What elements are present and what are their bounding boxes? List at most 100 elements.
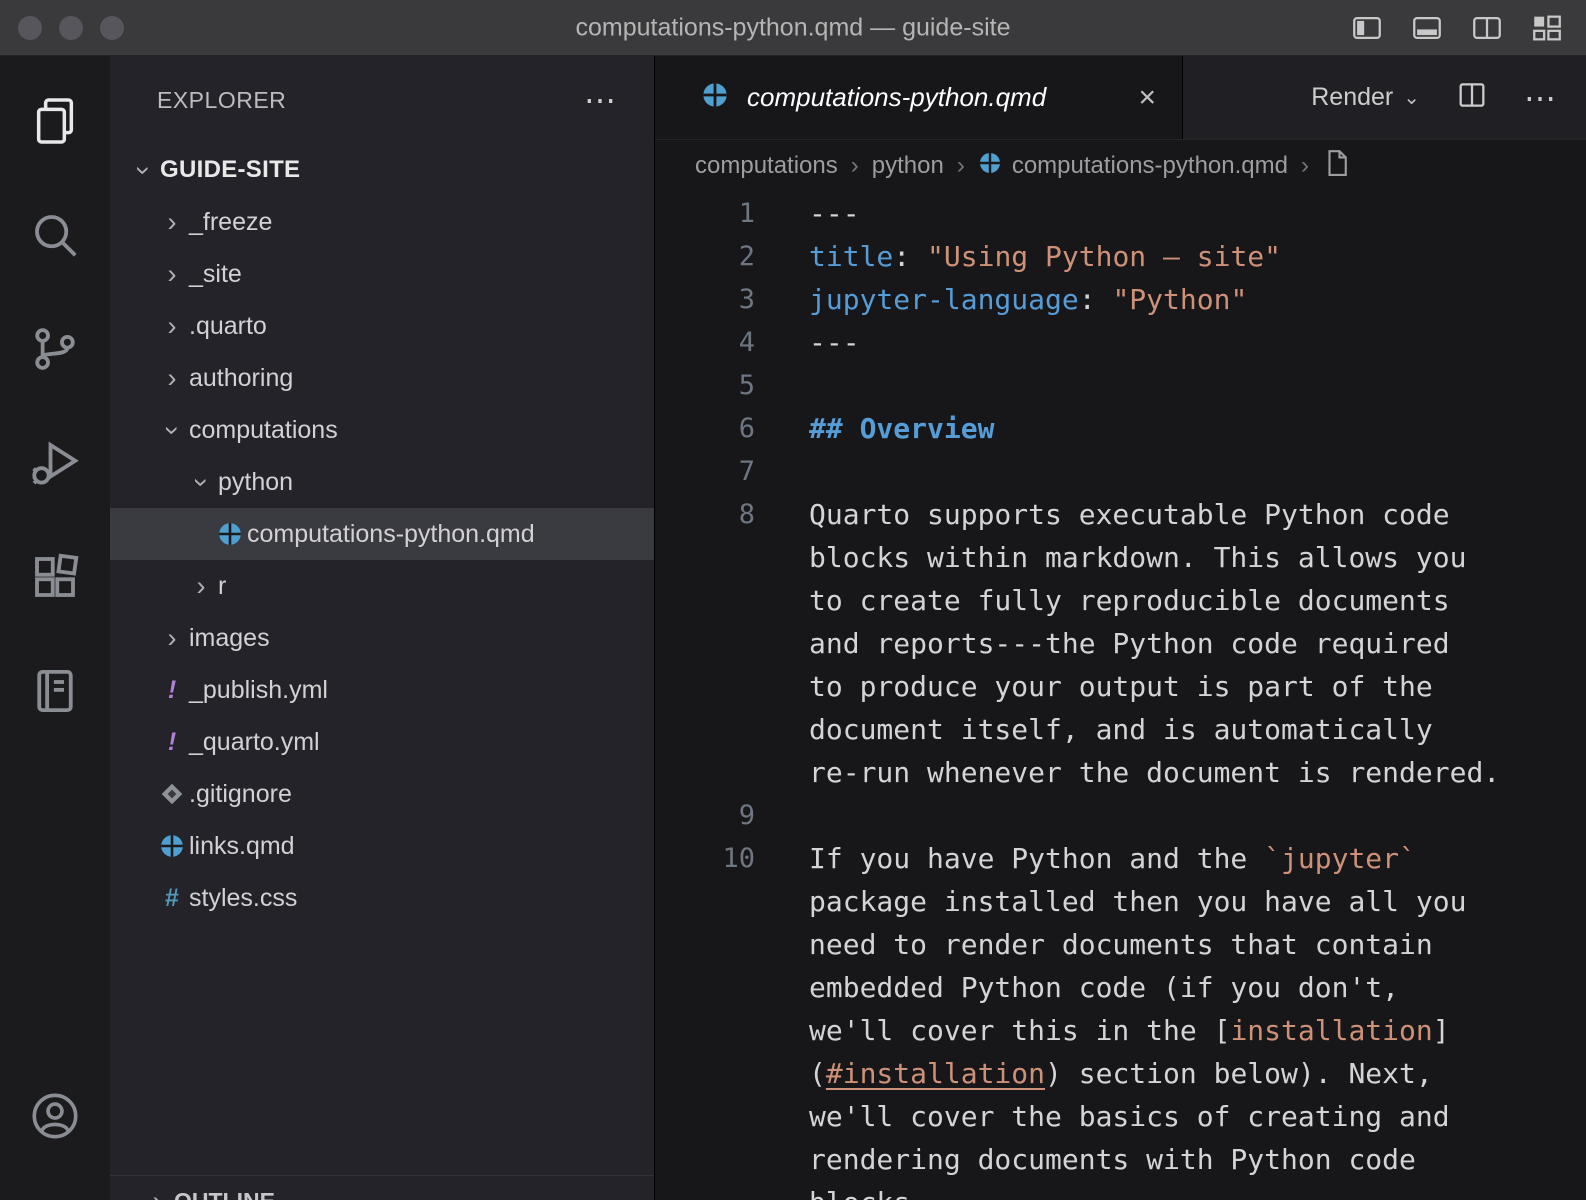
tree-item-.gitignore[interactable]: .gitignore bbox=[110, 768, 654, 820]
render-button-label: Render bbox=[1311, 83, 1393, 112]
extensions-icon[interactable] bbox=[0, 520, 110, 634]
tree-item-_freeze[interactable]: ›_freeze bbox=[110, 196, 654, 248]
explorer-title: EXPLORER bbox=[157, 87, 286, 114]
explorer-sidebar: EXPLORER ⋯ ›GUIDE-SITE›_freeze›_site›.qu… bbox=[110, 56, 655, 1200]
code-line[interactable]: 6## Overview bbox=[655, 407, 1586, 450]
tree-item-computations-python.qmd[interactable]: computations-python.qmd bbox=[110, 508, 654, 560]
code-line[interactable]: blocks. bbox=[655, 1181, 1586, 1200]
tree-item-python[interactable]: ›python bbox=[110, 456, 654, 508]
line-content: ## Overview bbox=[755, 407, 994, 450]
code-line[interactable]: we'll cover this in the [installation] bbox=[655, 1009, 1586, 1052]
toggle-primary-sidebar-icon[interactable] bbox=[1350, 11, 1384, 45]
line-number bbox=[655, 1052, 755, 1095]
breadcrumb-label: computations bbox=[695, 152, 838, 180]
breadcrumb-item-computations-python.qmd[interactable]: computations-python.qmd bbox=[978, 151, 1288, 182]
breadcrumb-item-computations[interactable]: computations bbox=[695, 152, 838, 180]
line-content bbox=[755, 364, 809, 407]
git-icon bbox=[155, 781, 189, 807]
tree-root[interactable]: ›GUIDE-SITE bbox=[110, 144, 654, 196]
tree-item-label: links.qmd bbox=[189, 832, 295, 861]
zoom-button[interactable] bbox=[100, 16, 124, 40]
chevron-down-icon: › bbox=[126, 155, 160, 186]
code-line[interactable]: blocks within markdown. This allows you bbox=[655, 536, 1586, 579]
tree-item-links.qmd[interactable]: links.qmd bbox=[110, 820, 654, 872]
yaml-icon: ! bbox=[155, 728, 189, 757]
tree-item-_quarto.yml[interactable]: !_quarto.yml bbox=[110, 716, 654, 768]
notebook-icon[interactable] bbox=[0, 634, 110, 748]
code-line[interactable]: to create fully reproducible documents bbox=[655, 579, 1586, 622]
line-number bbox=[655, 665, 755, 708]
line-content: and reports---the Python code required bbox=[755, 622, 1450, 665]
code-line[interactable]: (#installation) section below). Next, bbox=[655, 1052, 1586, 1095]
tree-item-label: _site bbox=[189, 260, 242, 289]
tree-item-styles.css[interactable]: #styles.css bbox=[110, 872, 654, 924]
tree-item-r[interactable]: ›r bbox=[110, 560, 654, 612]
code-line[interactable]: document itself, and is automatically bbox=[655, 708, 1586, 751]
tab-close-icon[interactable]: × bbox=[1138, 81, 1156, 115]
line-content: package installed then you have all you bbox=[755, 880, 1466, 923]
tree-item-label: styles.css bbox=[189, 884, 297, 913]
code-line[interactable]: 7 bbox=[655, 450, 1586, 493]
tree-item-_publish.yml[interactable]: !_publish.yml bbox=[110, 664, 654, 716]
chevron-down-icon: ⌄ bbox=[1403, 85, 1420, 110]
account-icon[interactable] bbox=[28, 1089, 82, 1148]
breadcrumb-item-python[interactable]: python bbox=[872, 152, 944, 180]
line-number bbox=[655, 1009, 755, 1052]
code-line[interactable]: we'll cover the basics of creating and bbox=[655, 1095, 1586, 1138]
file-tree: ›GUIDE-SITE›_freeze›_site›.quarto›author… bbox=[110, 144, 654, 924]
close-button[interactable] bbox=[18, 16, 42, 40]
outline-label: OUTLINE bbox=[174, 1188, 275, 1200]
toggle-panel-icon[interactable] bbox=[1410, 11, 1444, 45]
code-line[interactable]: rendering documents with Python code bbox=[655, 1138, 1586, 1181]
tree-item-.quarto[interactable]: ›.quarto bbox=[110, 300, 654, 352]
line-number: 6 bbox=[655, 407, 755, 450]
tree-item-label: r bbox=[218, 572, 226, 601]
tree-item-images[interactable]: ›images bbox=[110, 612, 654, 664]
breadcrumb-separator-icon: › bbox=[851, 152, 859, 180]
render-button[interactable]: Render ⌄ bbox=[1311, 83, 1420, 112]
code-line[interactable]: 9 bbox=[655, 794, 1586, 837]
editor-actions: Render ⌄ ⋯ bbox=[1311, 56, 1586, 139]
code-line[interactable]: 10If you have Python and the `jupyter` bbox=[655, 837, 1586, 880]
code-line[interactable]: 3jupyter-language: "Python" bbox=[655, 278, 1586, 321]
code-line[interactable]: 1--- bbox=[655, 192, 1586, 235]
traffic-lights bbox=[18, 16, 124, 40]
code-editor[interactable]: 1---2title: "Using Python — site"3jupyte… bbox=[655, 192, 1586, 1200]
code-line[interactable]: 5 bbox=[655, 364, 1586, 407]
tab-computations-python[interactable]: computations-python.qmd × bbox=[655, 56, 1183, 139]
tree-item-computations[interactable]: ›computations bbox=[110, 404, 654, 456]
explorer-icon[interactable] bbox=[0, 64, 110, 178]
code-line[interactable]: embedded Python code (if you don't, bbox=[655, 966, 1586, 1009]
code-line[interactable]: 4--- bbox=[655, 321, 1586, 364]
run-debug-icon[interactable] bbox=[0, 406, 110, 520]
source-control-icon[interactable] bbox=[0, 292, 110, 406]
outline-section[interactable]: › OUTLINE bbox=[110, 1175, 654, 1200]
minimize-button[interactable] bbox=[59, 16, 83, 40]
split-editor-icon[interactable] bbox=[1456, 79, 1488, 116]
code-line[interactable]: re-run whenever the document is rendered… bbox=[655, 751, 1586, 794]
titlebar: computations-python.qmd — guide-site bbox=[0, 0, 1586, 56]
code-line[interactable]: 2title: "Using Python — site" bbox=[655, 235, 1586, 278]
tab-label: computations-python.qmd bbox=[747, 82, 1046, 113]
customize-layout-icon[interactable] bbox=[1530, 11, 1564, 45]
vscode-window: computations-python.qmd — guide-site bbox=[0, 0, 1586, 1200]
tree-item-authoring[interactable]: ›authoring bbox=[110, 352, 654, 404]
code-line[interactable]: to produce your output is part of the bbox=[655, 665, 1586, 708]
tree-item-label: GUIDE-SITE bbox=[160, 156, 300, 184]
tree-item-_site[interactable]: ›_site bbox=[110, 248, 654, 300]
code-line[interactable]: 8Quarto supports executable Python code bbox=[655, 493, 1586, 536]
chevron-down-icon: › bbox=[155, 415, 189, 446]
code-line[interactable]: and reports---the Python code required bbox=[655, 622, 1586, 665]
code-line[interactable]: package installed then you have all you bbox=[655, 880, 1586, 923]
line-number bbox=[655, 1181, 755, 1200]
line-content: embedded Python code (if you don't, bbox=[755, 966, 1399, 1009]
code-line[interactable]: need to render documents that contain bbox=[655, 923, 1586, 966]
tree-item-label: computations bbox=[189, 416, 338, 445]
search-icon[interactable] bbox=[0, 178, 110, 292]
line-content: document itself, and is automatically bbox=[755, 708, 1433, 751]
line-number bbox=[655, 1138, 755, 1181]
line-content bbox=[755, 794, 809, 837]
split-editor-layout-icon[interactable] bbox=[1470, 11, 1504, 45]
line-content: blocks. bbox=[755, 1181, 927, 1200]
chevron-right-icon: › bbox=[155, 623, 189, 654]
